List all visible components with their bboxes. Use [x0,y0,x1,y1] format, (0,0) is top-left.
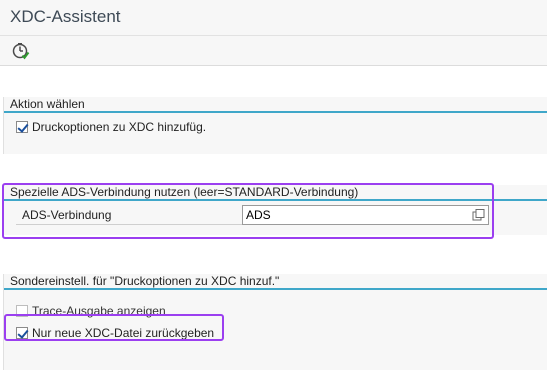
checkbox-nur-neue-xdc[interactable]: Nur neue XDC-Datei zurückgeben [16,324,214,342]
window-title: XDC-Assistent [10,7,121,26]
group-ads-verbindung: Spezielle ADS-Verbindung nutzen (leer=ST… [3,185,547,235]
group-title: Aktion wählen [4,97,547,113]
ads-verbindung-input[interactable] [246,206,464,224]
application-toolbar [0,36,547,66]
title-bar: XDC-Assistent [0,0,547,36]
ads-verbindung-label: ADS-Verbindung [16,205,242,225]
checkbox-trace-ausgabe[interactable]: Trace-Ausgabe anzeigen [16,302,166,320]
checkbox-label: Nur neue XDC-Datei zurückgeben [32,326,215,340]
execute-clock-icon[interactable] [11,41,31,61]
ads-verbindung-field[interactable] [242,205,489,225]
group-aktion-waehlen: Aktion wählen Druckoptionen zu XDC hinzu… [3,97,547,154]
value-help-icon[interactable] [472,208,486,222]
checkbox-label: Druckoptionen zu XDC hinzufüg. [32,120,207,134]
group-sondereinstellungen: Sondereinstell. für "Druckoptionen zu XD… [3,274,547,370]
checkbox-checked-icon[interactable] [16,121,28,133]
checkbox-label: Trace-Ausgabe anzeigen [32,304,166,318]
group-title: Sondereinstell. für "Druckoptionen zu XD… [4,274,547,290]
content-area: Aktion wählen Druckoptionen zu XDC hinzu… [0,67,547,370]
checkbox-druckoptionen[interactable]: Druckoptionen zu XDC hinzufüg. [16,118,206,136]
group-title: Spezielle ADS-Verbindung nutzen (leer=ST… [4,185,547,201]
checkbox-unchecked-icon[interactable] [16,305,28,317]
checkbox-checked-icon[interactable] [16,327,28,339]
